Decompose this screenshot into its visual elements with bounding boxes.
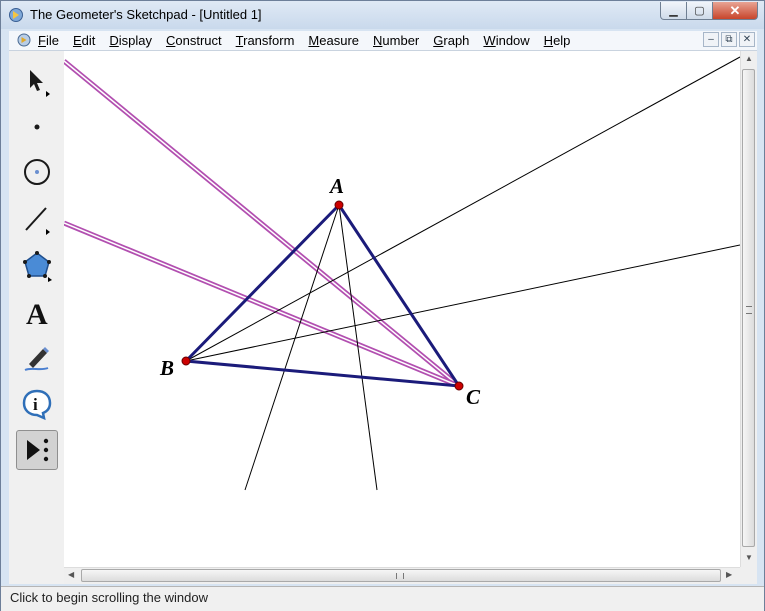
close-button[interactable]: ✕: [713, 2, 758, 20]
point-icon: [34, 124, 40, 130]
construction-lines[interactable]: [185, 56, 740, 491]
status-text: Click to begin scrolling the window: [10, 590, 208, 605]
custom-tools-icon: [27, 438, 49, 462]
highlighted-lines[interactable]: [64, 59, 461, 389]
menu-edit[interactable]: Edit: [73, 33, 95, 48]
minimize-button[interactable]: ▁: [660, 2, 687, 20]
sketchpad-app-icon: [9, 8, 23, 22]
label-a[interactable]: A: [328, 174, 344, 198]
menu-window[interactable]: Window: [483, 33, 529, 48]
scroll-down-arrow-icon[interactable]: ▼: [745, 553, 753, 562]
pentagon-icon: [23, 251, 52, 282]
menu-measure[interactable]: Measure: [308, 33, 359, 48]
highlight-line-1-inner: [64, 60, 460, 387]
doc-restore-button[interactable]: ⧉: [721, 32, 737, 47]
sketch-canvas[interactable]: A B C: [64, 51, 740, 567]
segment-icon: [25, 207, 50, 235]
sketch-svg[interactable]: A B C: [64, 51, 740, 567]
window-title: The Geometer's Sketchpad - [Untitled 1]: [30, 7, 262, 22]
menu-display[interactable]: Display: [109, 33, 152, 48]
label-c[interactable]: C: [466, 385, 481, 409]
menu-bar: File Edit Display Construct Transform Measure…: [9, 31, 757, 51]
label-b[interactable]: B: [159, 356, 174, 380]
point-tool[interactable]: [16, 107, 58, 147]
point-c[interactable]: [454, 381, 464, 391]
scroll-right-arrow-icon[interactable]: ▶: [726, 570, 732, 579]
vertical-scroll-thumb[interactable]: [742, 69, 755, 547]
scroll-left-arrow-icon[interactable]: ◀: [68, 570, 74, 579]
circle-icon: [24, 159, 50, 185]
app-window: The Geometer's Sketchpad - [Untitled 1] …: [0, 0, 765, 611]
point-a[interactable]: [334, 200, 344, 210]
doc-minimize-button[interactable]: –: [703, 32, 719, 47]
highlight-line-2-inner: [64, 222, 460, 387]
point-b[interactable]: [181, 356, 191, 366]
information-tool[interactable]: i: [16, 384, 58, 424]
scroll-up-arrow-icon[interactable]: ▲: [745, 54, 753, 63]
triangle-abc[interactable]: [182, 202, 462, 388]
doc-close-button[interactable]: ✕: [739, 32, 755, 47]
pen-icon: [24, 347, 49, 371]
menu-number[interactable]: Number: [373, 33, 419, 48]
menu-file[interactable]: File: [38, 33, 59, 48]
menu-construct[interactable]: Construct: [166, 33, 222, 48]
horizontal-scrollbar[interactable]: ◀ ▶: [64, 567, 740, 584]
text-a-icon: A: [26, 298, 48, 329]
text-tool[interactable]: A: [16, 292, 58, 332]
document-icon[interactable]: [17, 33, 31, 47]
line-b-lower: [185, 244, 740, 362]
arrow-cursor-icon: [30, 70, 50, 97]
straightedge-tool[interactable]: [16, 199, 58, 239]
line-b-upper: [185, 56, 740, 362]
vertical-scrollbar[interactable]: ▲ ▼: [740, 51, 757, 567]
svg-text:i: i: [33, 395, 38, 414]
compass-tool[interactable]: [16, 152, 58, 192]
status-bar: Click to begin scrolling the window: [1, 586, 764, 611]
info-icon: i: [22, 389, 52, 421]
toolbox: A i: [9, 51, 65, 584]
polygon-tool[interactable]: [16, 245, 58, 285]
marker-tool[interactable]: [16, 337, 58, 377]
menu-graph[interactable]: Graph: [433, 33, 469, 48]
custom-tool[interactable]: [16, 430, 58, 470]
title-bar[interactable]: The Geometer's Sketchpad - [Untitled 1] …: [1, 1, 764, 29]
menu-transform[interactable]: Transform: [236, 33, 295, 48]
menu-help[interactable]: Help: [544, 33, 571, 48]
svg-text:A: A: [26, 298, 48, 329]
arrow-tool[interactable]: [16, 61, 58, 101]
maximize-button[interactable]: ▢: [687, 2, 713, 20]
scroll-corner: [740, 567, 757, 584]
horizontal-scroll-thumb[interactable]: [81, 569, 721, 582]
